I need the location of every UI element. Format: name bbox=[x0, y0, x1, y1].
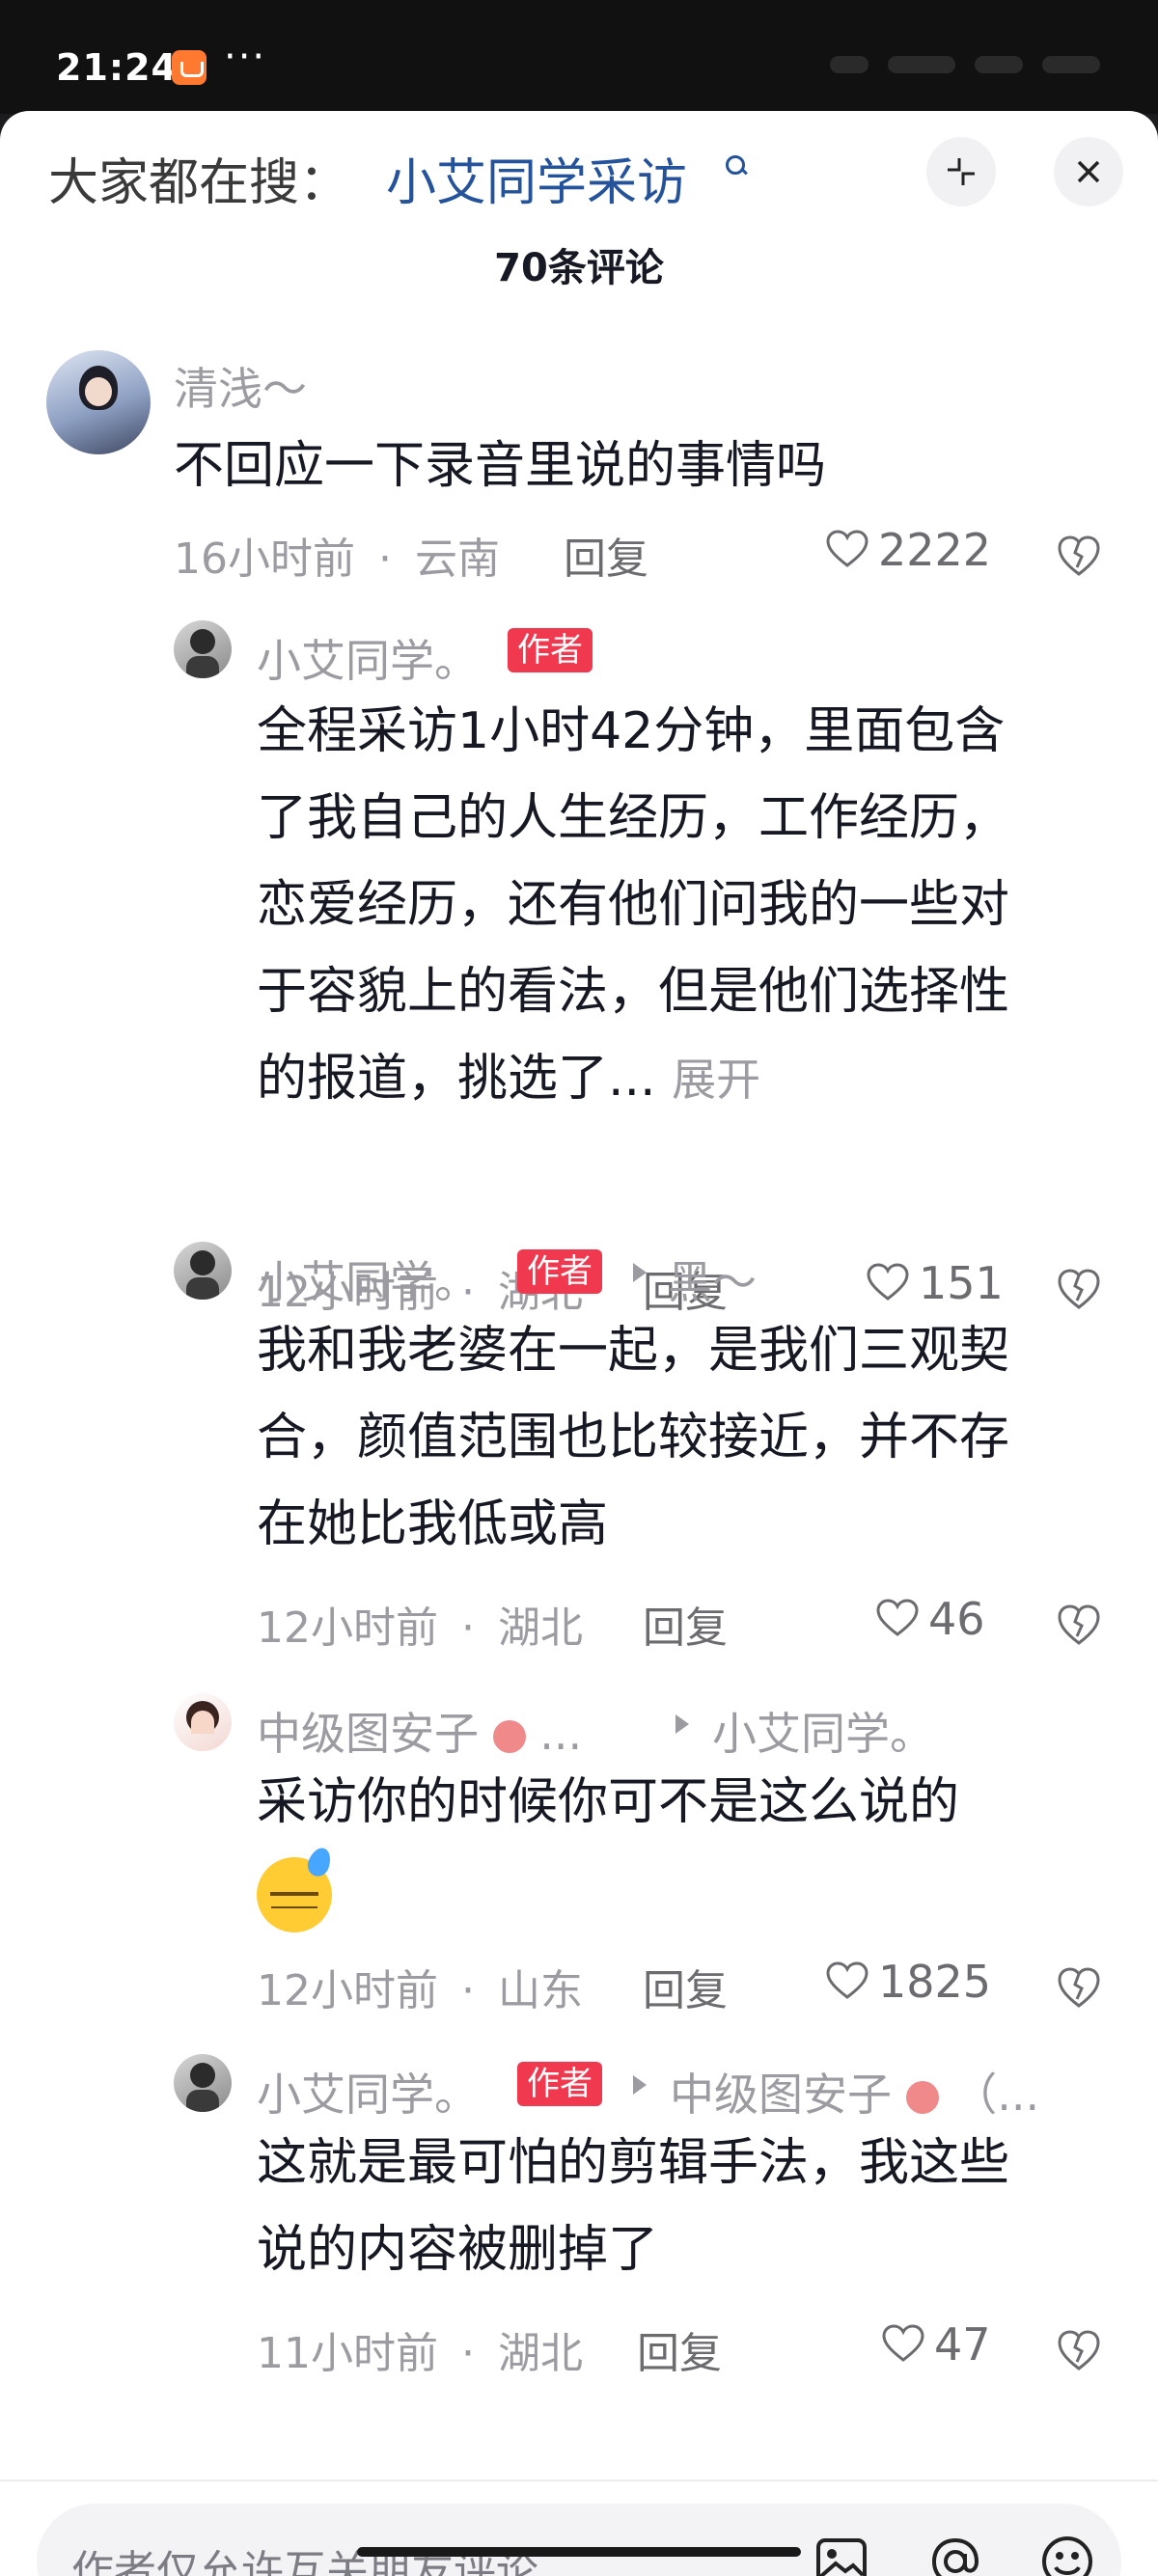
app-notification-icon bbox=[172, 50, 207, 85]
comment-author[interactable]: 小艾同学。 bbox=[257, 2060, 479, 2124]
author-name: 中级图安子 bbox=[257, 1708, 479, 1760]
avatar[interactable] bbox=[174, 2054, 232, 2112]
author-badge: 作者 bbox=[517, 1249, 602, 1294]
reply-button[interactable]: 回复 bbox=[643, 1593, 728, 1655]
comment-text: 全程采访1小时42分钟，里面包含 了我自己的人生经历，工作经历， 恋爱经历，还有… bbox=[257, 688, 1106, 1123]
mention-icon[interactable] bbox=[923, 2529, 988, 2576]
heart-icon bbox=[826, 1961, 868, 1999]
reply-button[interactable]: 回复 bbox=[637, 2318, 722, 2380]
reply-button[interactable]: 回复 bbox=[643, 1956, 728, 2017]
heart-icon bbox=[876, 1599, 919, 1636]
reply-arrow-icon bbox=[676, 1714, 689, 1734]
comment-sheet: 大家都在搜： 小艾同学采访 70条评论 清浅～ 不回应一下录音里说的事情吗 16… bbox=[0, 111, 1158, 2576]
dislike-icon[interactable] bbox=[1056, 1963, 1102, 2010]
collapse-icon bbox=[948, 158, 975, 185]
comment-location: 山东 bbox=[498, 1966, 583, 2015]
comment-meta: 12小时前 · 山东 bbox=[257, 1956, 583, 2017]
comment-meta: 11小时前 · 湖北 bbox=[257, 2318, 583, 2380]
comment-line: 恋爱经历，还有他们问我的一些对 bbox=[257, 876, 1010, 934]
comment-author[interactable]: 小艾同学。 bbox=[257, 626, 479, 690]
like-count: 47 bbox=[934, 2318, 991, 2370]
meta-separator: · bbox=[461, 1603, 475, 1653]
comment-line: 的报道，挑选了... bbox=[257, 1050, 656, 1108]
comment-text: 不回应一下录音里说的事情吗 bbox=[174, 437, 827, 495]
emoji-icon[interactable] bbox=[1034, 2529, 1100, 2576]
dislike-icon[interactable] bbox=[1056, 2326, 1102, 2372]
status-bar: 21:24 ··· bbox=[0, 0, 1158, 114]
comment-time: 11小时前 bbox=[257, 2329, 438, 2378]
reply-target[interactable]: 小艾同学。 bbox=[712, 1699, 934, 1763]
comment-text: 采访你的时候你可不是这么说的 bbox=[257, 1773, 960, 1831]
rose-icon bbox=[492, 1720, 526, 1753]
trending-search-link[interactable]: 小艾同学采访 bbox=[386, 142, 687, 214]
reply-arrow-icon bbox=[633, 2075, 647, 2095]
comment-time: 12小时前 bbox=[257, 1603, 438, 1653]
comment-line: 说的内容被删掉了 bbox=[257, 2221, 659, 2279]
trending-search-label: 大家都在搜： bbox=[48, 154, 350, 212]
comment-author[interactable]: 中级图安子 ... bbox=[257, 1699, 582, 1763]
search-icon[interactable] bbox=[726, 155, 745, 175]
comment-meta: 16小时前 · 云南 bbox=[174, 524, 500, 586]
meta-separator: · bbox=[461, 1966, 475, 2015]
like-count: 151 bbox=[919, 1257, 1004, 1309]
avatar[interactable] bbox=[174, 1242, 232, 1300]
comment-line: 了我自己的人生经历，工作经历， bbox=[257, 789, 1010, 847]
more-notifications-icon: ··· bbox=[224, 35, 267, 79]
comment-line: 在她比我低或高 bbox=[257, 1495, 609, 1553]
reply-target[interactable]: 黑～ bbox=[668, 1247, 757, 1311]
comment-line: 全程采访1小时42分钟，里面包含 bbox=[257, 702, 1006, 760]
comment-location: 云南 bbox=[415, 534, 500, 584]
comment-count: 70条评论 bbox=[494, 246, 664, 290]
avatar[interactable] bbox=[174, 620, 232, 678]
like-count: 2222 bbox=[878, 524, 992, 576]
status-time: 21:24 bbox=[56, 46, 178, 89]
comment-author[interactable]: 小艾同学。 bbox=[257, 1247, 479, 1311]
rose-icon bbox=[905, 2081, 939, 2114]
comment-text: 我和我老婆在一起，是我们三观契 合，颜值范围也比较接近，并不存 在她比我低或高 bbox=[257, 1307, 1106, 1568]
comment-time: 12小时前 bbox=[257, 1966, 438, 2015]
close-icon bbox=[1077, 160, 1100, 183]
input-divider bbox=[0, 2480, 1158, 2481]
comment-time: 16小时前 bbox=[174, 534, 355, 584]
comment-text: 这就是最可怕的剪辑手法，我这些 说的内容被删掉了 bbox=[257, 2120, 1106, 2293]
sweat-emoji-icon bbox=[257, 1857, 332, 1932]
avatar[interactable] bbox=[46, 350, 151, 454]
comment-input-bar[interactable]: 作者仅允许互关朋友评论 bbox=[37, 2504, 1121, 2576]
reply-target-truncation: （... bbox=[952, 2069, 1040, 2121]
avatar[interactable] bbox=[174, 1693, 232, 1751]
name-truncation: ... bbox=[539, 1708, 583, 1760]
dislike-icon[interactable] bbox=[1056, 1601, 1102, 1647]
heart-icon bbox=[867, 1263, 909, 1301]
home-indicator bbox=[357, 2547, 801, 2557]
comment-meta: 12小时前 · 湖北 bbox=[257, 1593, 583, 1655]
like-count: 46 bbox=[928, 1593, 985, 1645]
expand-link[interactable]: 展开 bbox=[672, 1054, 760, 1106]
image-icon[interactable] bbox=[809, 2529, 874, 2576]
collapse-button[interactable] bbox=[926, 137, 996, 206]
heart-icon bbox=[882, 2324, 924, 2362]
comment-line: 合，颜值范围也比较接近，并不存 bbox=[257, 1409, 1010, 1466]
comment-location: 湖北 bbox=[498, 1603, 583, 1653]
close-button[interactable] bbox=[1054, 137, 1123, 206]
status-indicators bbox=[830, 50, 1100, 79]
heart-icon bbox=[826, 530, 868, 567]
reply-target[interactable]: 中级图安子 （... bbox=[670, 2060, 1039, 2124]
comment-author[interactable]: 清浅～ bbox=[174, 354, 307, 418]
comment-location: 湖北 bbox=[498, 2329, 583, 2378]
like-count: 1825 bbox=[878, 1956, 992, 2008]
reply-arrow-icon bbox=[633, 1263, 647, 1282]
dislike-icon[interactable] bbox=[1056, 532, 1102, 578]
author-badge: 作者 bbox=[517, 2062, 602, 2106]
reply-target-name: 中级图安子 bbox=[670, 2069, 892, 2121]
author-badge: 作者 bbox=[508, 628, 593, 672]
reply-button[interactable]: 回复 bbox=[564, 524, 648, 586]
meta-separator: · bbox=[378, 534, 392, 584]
dislike-icon[interactable] bbox=[1056, 1265, 1102, 1311]
comment-line: 这就是最可怕的剪辑手法，我这些 bbox=[257, 2134, 1010, 2192]
meta-separator: · bbox=[461, 2329, 475, 2378]
comment-line: 我和我老婆在一起，是我们三观契 bbox=[257, 1322, 1010, 1380]
comment-line: 于容貌上的看法，但是他们选择性 bbox=[257, 963, 1010, 1021]
